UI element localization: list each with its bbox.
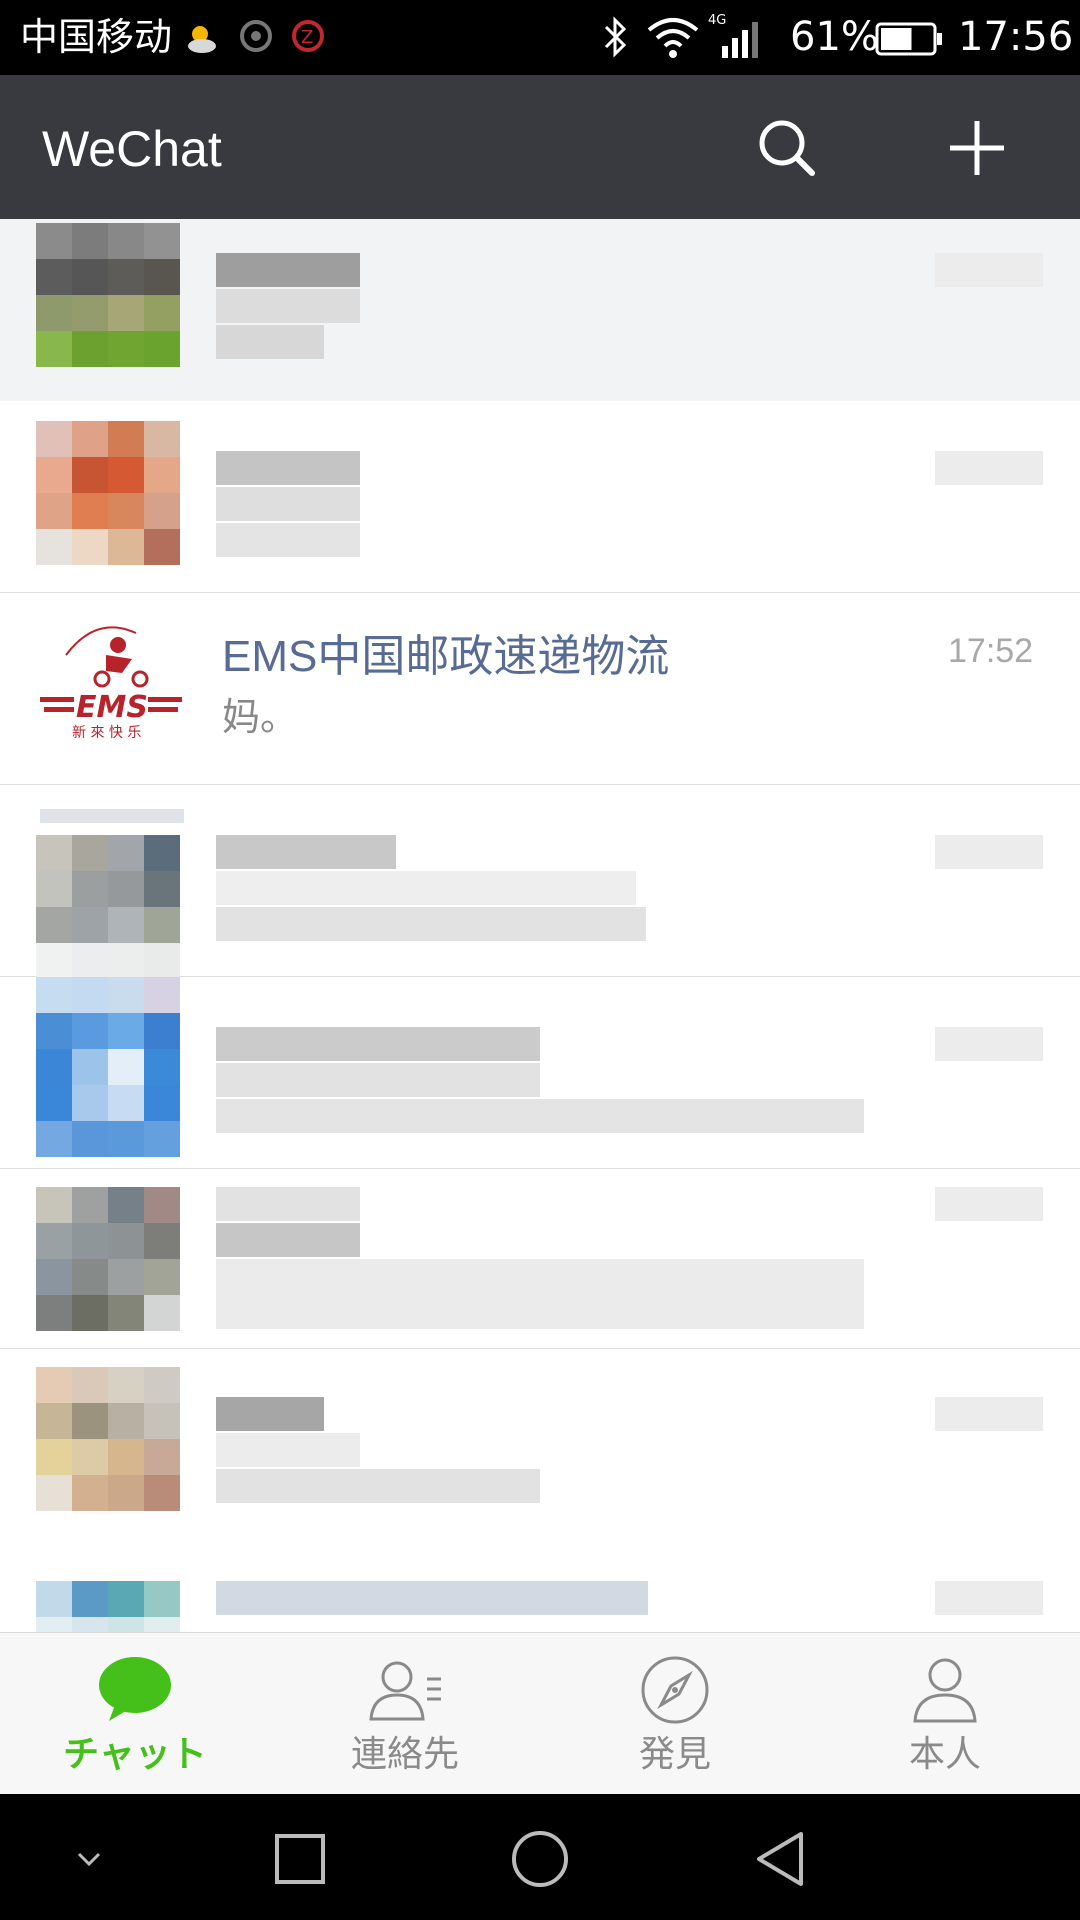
circle-home-icon[interactable]	[505, 1824, 575, 1894]
tab-label: 連絡先	[350, 1734, 459, 1775]
tab-label: 本人	[908, 1734, 981, 1775]
carrier-name: 中国移动	[20, 15, 173, 59]
battery-icon	[875, 22, 942, 56]
list-item[interactable]	[0, 785, 1080, 979]
list-item[interactable]	[0, 1349, 1080, 1529]
status-clock: 17:56	[958, 14, 1074, 60]
app-header: WeChat	[0, 75, 1080, 219]
list-item[interactable]	[0, 977, 1080, 1169]
avatar	[36, 977, 180, 1157]
tab-discover[interactable]: 発見	[540, 1633, 810, 1795]
list-item[interactable]	[0, 401, 1080, 593]
avatar	[36, 1581, 180, 1653]
svg-text:新 來 快 乐: 新 來 快 乐	[72, 725, 141, 741]
app-notification-icon	[240, 20, 272, 52]
triangle-back-icon[interactable]	[745, 1824, 815, 1894]
avatar	[36, 835, 180, 979]
avatar	[36, 421, 180, 565]
search-icon[interactable]	[752, 113, 822, 183]
plus-icon[interactable]	[942, 113, 1012, 183]
tab-chats[interactable]: チャット	[0, 1633, 270, 1795]
avatar	[36, 1367, 180, 1511]
square-recents-icon[interactable]	[265, 1824, 335, 1894]
chat-last-message: 妈。	[222, 695, 299, 739]
system-nav-bar	[0, 1794, 1080, 1920]
weather-sun-cloud-icon	[188, 26, 216, 53]
chat-name: EMS中国邮政速递物流	[222, 632, 670, 681]
list-item[interactable]	[0, 1169, 1080, 1349]
tab-label: チャット	[63, 1734, 207, 1775]
cell-signal-icon: 4G	[708, 13, 758, 58]
bluetooth-icon	[604, 16, 627, 58]
person-icon	[913, 1658, 977, 1723]
contacts-icon	[369, 1661, 441, 1721]
ems-logo: EMS 新 來 快 乐	[40, 626, 182, 741]
wifi-icon	[647, 18, 699, 58]
avatar	[36, 223, 180, 367]
tab-label: 発見	[638, 1734, 711, 1775]
bottom-tab-bar: チャット 連絡先 発見 本人	[0, 1632, 1080, 1794]
svg-text:Z: Z	[301, 27, 313, 48]
list-item[interactable]	[0, 219, 1080, 411]
avatar	[36, 1187, 180, 1331]
chevron-down-icon[interactable]	[54, 1824, 124, 1894]
chat-row-ems[interactable]: EMS 新 來 快 乐 EMS中国邮政速递物流 妈。 17:52	[0, 593, 1080, 785]
list-item[interactable]	[0, 1529, 1080, 1653]
network-type: 4G	[708, 13, 726, 28]
app-title: WeChat	[42, 121, 222, 177]
battery-percent: 61%	[790, 14, 879, 60]
svg-text:EMS: EMS	[76, 690, 148, 725]
tab-me[interactable]: 本人	[810, 1633, 1080, 1795]
tab-contacts[interactable]: 連絡先	[270, 1633, 540, 1795]
app-notification-icon: Z	[292, 20, 324, 52]
chat-time: 17:52	[948, 632, 1034, 670]
status-bar: 中国移动 Z 4G 61% 17:56	[0, 0, 1080, 75]
chat-bubble-icon	[99, 1657, 171, 1721]
compass-icon	[641, 1656, 709, 1724]
